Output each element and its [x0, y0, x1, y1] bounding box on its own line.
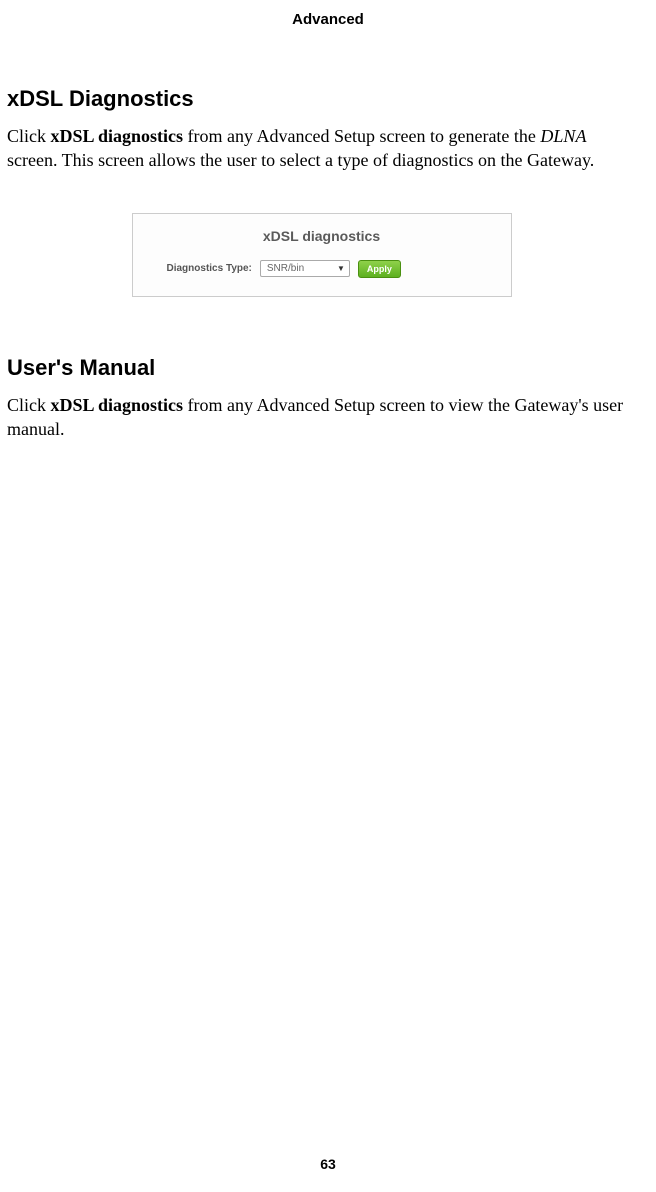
text-fragment: from any Advanced Setup screen to genera… [183, 126, 540, 146]
chevron-down-icon: ▼ [337, 264, 345, 273]
page-number: 63 [0, 1156, 656, 1172]
diagnostics-type-select[interactable]: SNR/bin ▼ [260, 260, 350, 277]
section-heading-xdsl: xDSL Diagnostics [7, 86, 636, 112]
section1-paragraph: Click xDSL diagnostics from any Advanced… [7, 124, 636, 173]
text-fragment: Click [7, 126, 51, 146]
text-bold-link: xDSL diagnostics [51, 395, 184, 415]
text-fragment: Click [7, 395, 51, 415]
select-value: SNR/bin [267, 263, 304, 274]
section-heading-manual: User's Manual [7, 355, 636, 381]
text-fragment: screen. This screen allows the user to s… [7, 150, 594, 170]
apply-button[interactable]: Apply [358, 260, 401, 278]
text-bold-link: xDSL diagnostics [51, 126, 184, 146]
diagnostics-type-label: Diagnostics Type: [167, 263, 252, 274]
page-content: xDSL Diagnostics Click xDSL diagnostics … [7, 86, 636, 471]
panel-title: xDSL diagnostics [147, 228, 497, 244]
diagnostics-row: Diagnostics Type: SNR/bin ▼ Apply [147, 260, 497, 278]
section-users-manual: User's Manual Click xDSL diagnostics fro… [7, 355, 636, 442]
page-header: Advanced [0, 11, 656, 28]
screenshot-container: xDSL diagnostics Diagnostics Type: SNR/b… [7, 213, 636, 297]
xdsl-diagnostics-panel: xDSL diagnostics Diagnostics Type: SNR/b… [132, 213, 512, 297]
text-italic: DLNA [540, 126, 586, 146]
section2-paragraph: Click xDSL diagnostics from any Advanced… [7, 393, 636, 442]
